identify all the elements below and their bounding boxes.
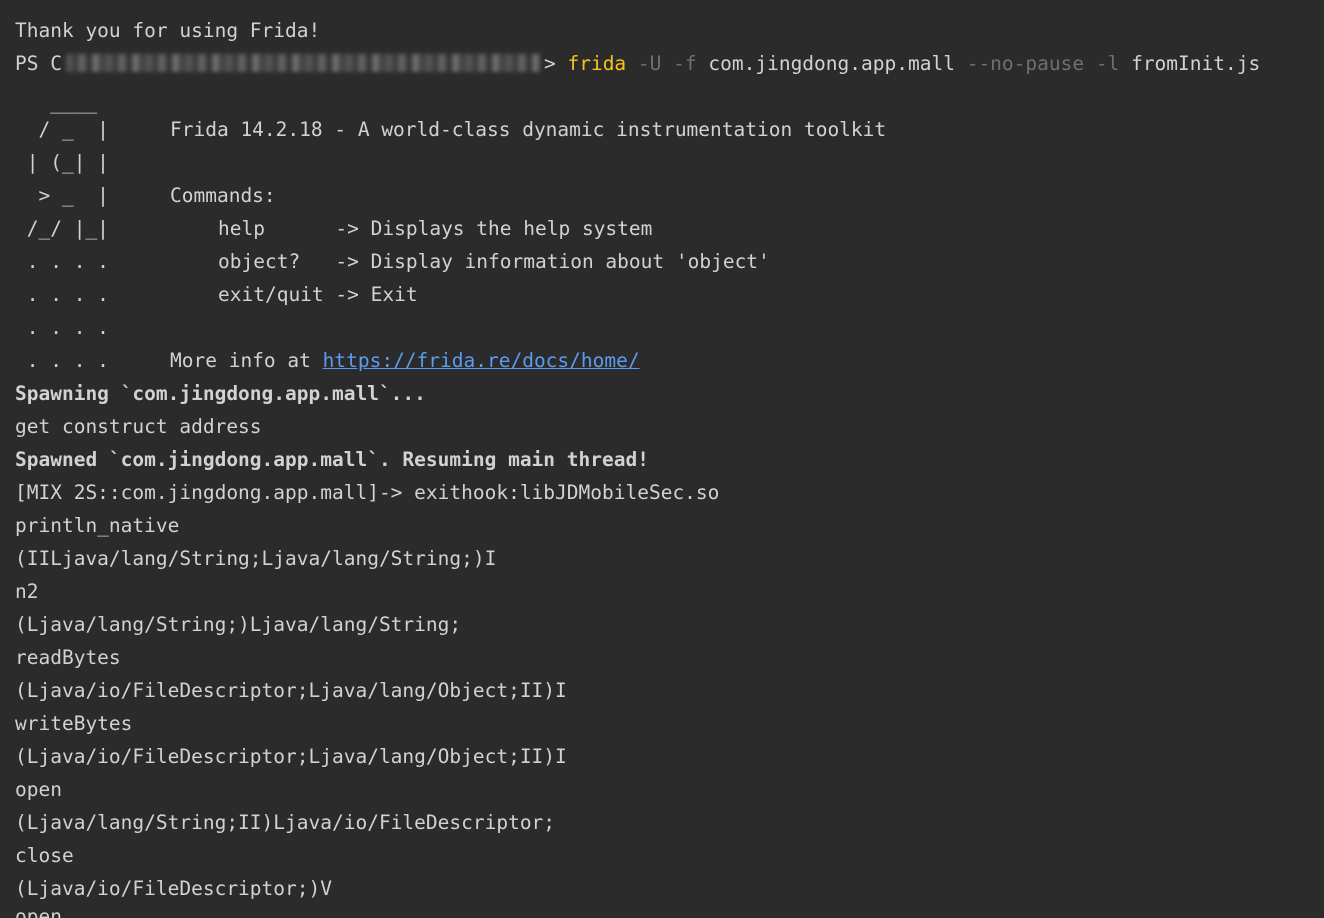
script-file-arg: fromInit.js bbox=[1131, 52, 1261, 75]
frida-logo-line: . . . . bbox=[15, 250, 109, 273]
command-prompt-line: PS C > frida -U -f com.jingdong.app.mall … bbox=[15, 47, 1260, 80]
output-line: (Ljava/io/FileDescriptor;Ljava/lang/Obje… bbox=[15, 679, 567, 702]
commands-label: Commands: bbox=[170, 184, 276, 207]
output-line: (Ljava/lang/String;)Ljava/lang/String; bbox=[15, 613, 462, 636]
output-line: (Ljava/io/FileDescriptor;Ljava/lang/Obje… bbox=[15, 745, 567, 768]
output-line: Spawning `com.jingdong.app.mall`... bbox=[15, 382, 426, 405]
command-name: help bbox=[218, 217, 336, 240]
command-desc: -> Exit bbox=[335, 283, 418, 306]
output-line: get construct address bbox=[15, 415, 262, 438]
prompt-suffix: > bbox=[543, 52, 556, 75]
banner-title: Frida 14.2.18 - A world-class dynamic in… bbox=[170, 118, 887, 141]
command-desc: -> Displays the help system bbox=[335, 217, 653, 240]
output-line: n2 bbox=[15, 580, 39, 603]
output-line: (IILjava/lang/String;Ljava/lang/String;)… bbox=[15, 547, 497, 570]
frida-logo-line: / _ | bbox=[15, 118, 109, 141]
redacted-path bbox=[65, 54, 540, 72]
output-line: println_native bbox=[15, 514, 180, 537]
frida-logo-line: . . . . bbox=[15, 316, 109, 339]
output-line: readBytes bbox=[15, 646, 121, 669]
flag-u: -U bbox=[637, 52, 662, 75]
output-line: Spawned `com.jingdong.app.mall`. Resumin… bbox=[15, 448, 649, 471]
output-line: open bbox=[15, 905, 62, 918]
flag-l: -l bbox=[1095, 52, 1120, 75]
command-object: object? -> Display information about 'ob… bbox=[218, 245, 770, 278]
output-line: (Ljava/io/FileDescriptor;)V bbox=[15, 877, 332, 900]
command-exit: exit/quit -> Exit bbox=[218, 278, 418, 311]
terminal-window[interactable]: Thank you for using Frida! PS C > frida -… bbox=[0, 0, 1324, 918]
thanks-line: Thank you for using Frida! bbox=[15, 19, 321, 42]
frida-logo-line: > _ | bbox=[15, 184, 109, 207]
frida-command: frida bbox=[567, 52, 627, 75]
output-line: [MIX 2S::com.jingdong.app.mall]-> exitho… bbox=[15, 481, 720, 504]
output-line: open bbox=[15, 778, 62, 801]
flag-no-pause: --no-pause bbox=[966, 52, 1085, 75]
frida-logo-line: . . . . bbox=[15, 283, 109, 306]
output-line: (Ljava/lang/String;II)Ljava/io/FileDescr… bbox=[15, 811, 556, 834]
frida-logo-line: /_/ |_| bbox=[15, 217, 109, 240]
command-help: help -> Displays the help system bbox=[218, 212, 652, 245]
output-line: writeBytes bbox=[15, 712, 133, 735]
output-line: close bbox=[15, 844, 74, 867]
flag-f: -f bbox=[673, 52, 697, 75]
command-name: exit/quit bbox=[218, 283, 336, 306]
frida-logo-line: | (_| | bbox=[15, 151, 109, 174]
frida-logo-line: . . . . bbox=[15, 349, 109, 372]
docs-link[interactable]: https://frida.re/docs/home/ bbox=[323, 349, 640, 372]
prompt-prefix: PS C bbox=[15, 52, 62, 75]
more-info-line: More info at https://frida.re/docs/home/ bbox=[170, 344, 640, 377]
more-info-prefix: More info at bbox=[170, 349, 323, 372]
command-desc: -> Display information about 'object' bbox=[335, 250, 770, 273]
package-arg: com.jingdong.app.mall bbox=[708, 52, 955, 75]
command-name: object? bbox=[218, 250, 336, 273]
